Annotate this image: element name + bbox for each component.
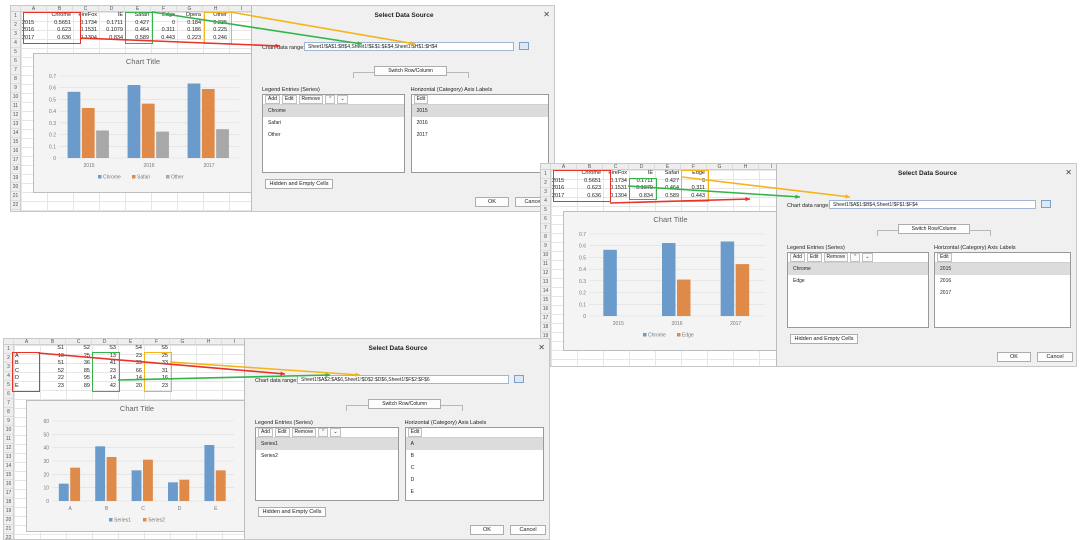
arrow-categories-3 <box>37 352 286 376</box>
annotation-arrows <box>37 11 851 381</box>
arrow-s3-3 <box>117 372 331 381</box>
arrow-chrome-2 <box>609 196 751 204</box>
arrow-chrome-1 <box>79 37 281 48</box>
arrow-s5-3 <box>169 361 361 377</box>
